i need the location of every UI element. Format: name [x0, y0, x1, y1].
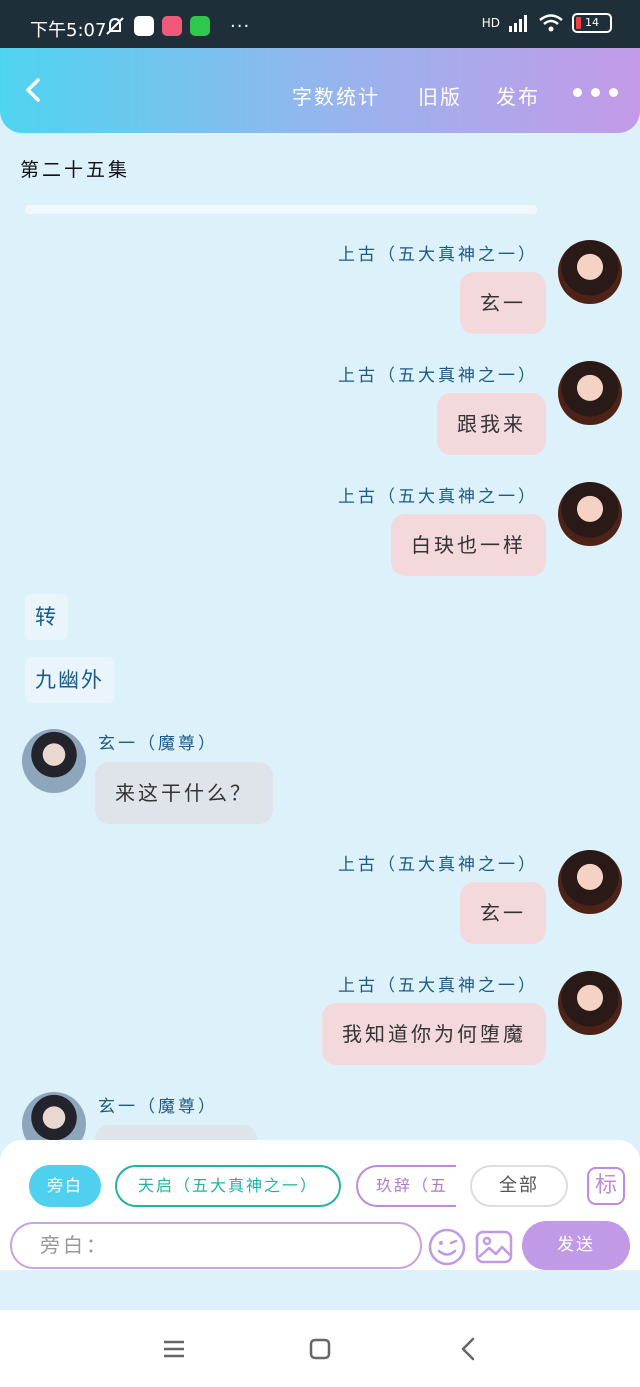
- avatar[interactable]: [22, 729, 86, 793]
- message-input[interactable]: 旁白：: [10, 1222, 422, 1269]
- wechat-icon: [190, 16, 210, 36]
- play-store-icon: [134, 16, 154, 36]
- app-icon: [162, 16, 182, 36]
- speaker-name: 玄一（魔尊）: [98, 1097, 218, 1117]
- avatar[interactable]: [558, 240, 622, 304]
- status-bar: 下午5:07 ··· HD 14: [0, 0, 640, 48]
- avatar[interactable]: [558, 850, 622, 914]
- system-nav-bar: [0, 1310, 640, 1387]
- message-bubble[interactable]: 我知道你为何堕魔: [322, 1003, 546, 1065]
- signal-icon: [509, 15, 527, 32]
- speaker-name: 上古（五大真神之一）: [338, 855, 538, 875]
- scene-note[interactable]: 九幽外: [25, 657, 114, 703]
- scene-note[interactable]: 转: [25, 594, 68, 640]
- chat-message[interactable]: 上古（五大真神之一） 我知道你为何堕魔: [22, 971, 622, 1081]
- chat-message[interactable]: 上古（五大真神之一） 跟我来: [22, 361, 622, 471]
- back-icon[interactable]: [454, 1334, 484, 1364]
- status-right: HD 14: [482, 13, 612, 33]
- role-chip-all[interactable]: 全部: [470, 1165, 568, 1207]
- speaker-name: 玄一（魔尊）: [98, 734, 218, 754]
- status-notification-icons: ···: [104, 15, 250, 37]
- more-notifications-icon: ···: [230, 15, 251, 37]
- message-bubble[interactable]: 白玦也一样: [391, 514, 546, 576]
- wifi-icon: [539, 14, 563, 32]
- message-bubble[interactable]: 玄一: [460, 272, 546, 334]
- send-button[interactable]: 发送: [522, 1221, 630, 1270]
- old-version-link[interactable]: 旧版: [418, 81, 462, 110]
- bell-off-icon: [106, 17, 124, 35]
- emoji-icon[interactable]: [427, 1227, 467, 1267]
- avatar[interactable]: [558, 361, 622, 425]
- home-icon[interactable]: [305, 1334, 335, 1364]
- speaker-name: 上古（五大真神之一）: [338, 487, 538, 507]
- network-label: HD: [481, 16, 500, 30]
- message-bubble[interactable]: 来这干什么？: [95, 762, 273, 824]
- image-icon[interactable]: [474, 1227, 514, 1267]
- word-count-link[interactable]: 字数统计: [292, 81, 380, 110]
- back-chevron-icon[interactable]: [20, 76, 48, 104]
- more-options-icon[interactable]: [573, 88, 618, 97]
- speaker-name: 上古（五大真神之一）: [338, 245, 538, 265]
- status-time: 下午5:07: [30, 20, 107, 41]
- menu-icon[interactable]: [159, 1334, 189, 1364]
- battery-icon: 14: [572, 13, 612, 33]
- chat-message[interactable]: 玄一（魔尊） 来这干什么？: [22, 729, 622, 839]
- avatar[interactable]: [558, 482, 622, 546]
- publish-link[interactable]: 发布: [496, 81, 540, 110]
- message-bubble[interactable]: 玄一: [460, 882, 546, 944]
- avatar[interactable]: [558, 971, 622, 1035]
- role-chip-jiu-ci[interactable]: 玖辞（五: [356, 1165, 456, 1207]
- mark-button[interactable]: 标: [587, 1167, 625, 1205]
- battery-level: 14: [585, 16, 599, 29]
- episode-title: 第二十五集: [20, 159, 131, 181]
- role-chip-tian-qi[interactable]: 天启（五大真神之一）: [115, 1165, 341, 1207]
- message-bubble[interactable]: 跟我来: [437, 393, 546, 455]
- app-header: 字数统计 旧版 发布: [0, 48, 640, 133]
- speaker-name: 上古（五大真神之一）: [338, 366, 538, 386]
- divider: [25, 205, 537, 214]
- chat-message[interactable]: 上古（五大真神之一） 白玦也一样: [22, 482, 622, 592]
- chat-message[interactable]: 上古（五大真神之一） 玄一: [22, 240, 622, 350]
- speaker-name: 上古（五大真神之一）: [338, 976, 538, 996]
- role-chip-narrator[interactable]: 旁白: [29, 1165, 101, 1207]
- chat-message[interactable]: 上古（五大真神之一） 玄一: [22, 850, 622, 960]
